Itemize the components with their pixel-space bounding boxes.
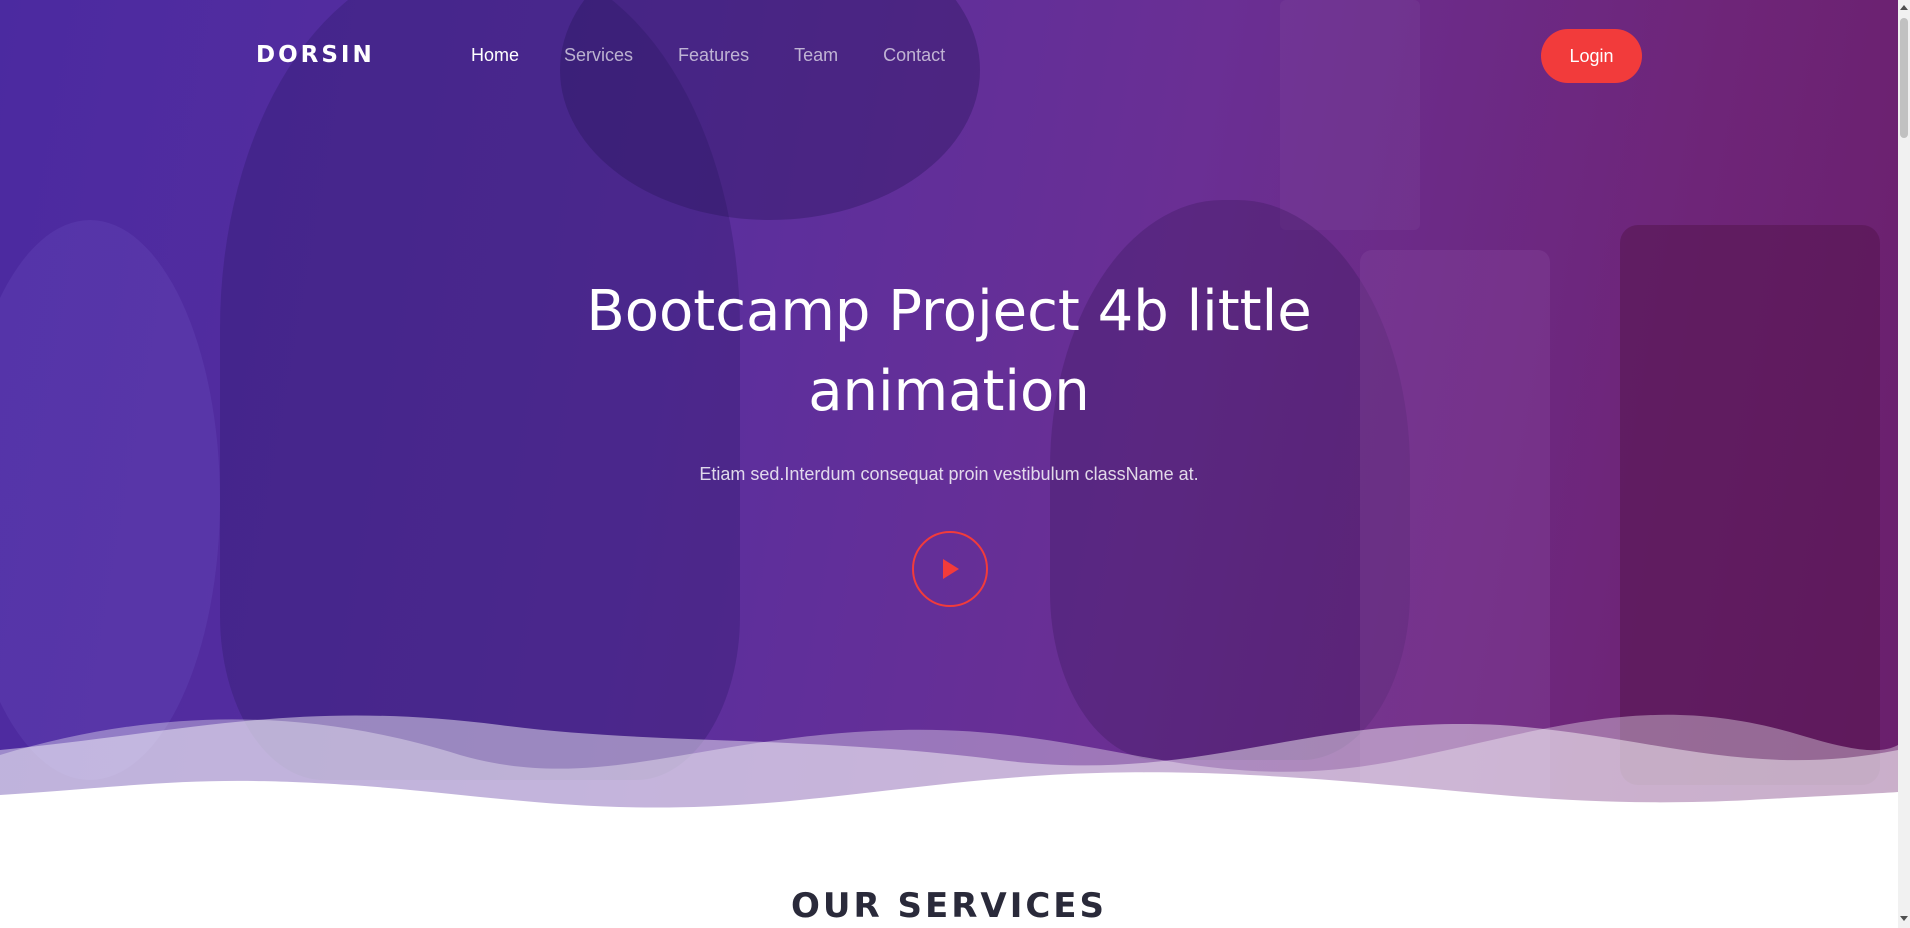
nav-menu: Home Services Features Team Contact [471,45,990,66]
page-viewport: DORSIN Home Services Features Team Conta… [0,0,1898,928]
hero-section: DORSIN Home Services Features Team Conta… [0,0,1898,810]
nav-item-features[interactable]: Features [678,45,749,66]
hero-title-line-1: Bootcamp Project 4b little [586,279,1312,344]
scroll-up-arrow-icon[interactable] [1900,5,1908,10]
services-heading: OUR SERVICES [790,886,1108,926]
login-button[interactable]: Login [1541,29,1642,83]
nav-item-home[interactable]: Home [471,45,519,66]
nav-item-team[interactable]: Team [794,45,838,66]
play-icon [943,559,959,579]
nav-item-services[interactable]: Services [564,45,633,66]
hero-wave-divider [0,714,1898,810]
top-navbar: DORSIN Home Services Features Team Conta… [0,0,1898,110]
hero-title: Bootcamp Project 4b little animation [449,272,1449,432]
nav-item-contact[interactable]: Contact [883,45,945,66]
scroll-down-arrow-icon[interactable] [1900,916,1908,921]
play-video-button[interactable] [912,531,988,607]
brand-logo[interactable]: DORSIN [256,42,375,68]
page-scrollbar[interactable] [1898,0,1910,928]
hero-title-line-2: animation [808,359,1090,424]
scrollbar-thumb[interactable] [1900,18,1908,138]
hero-subtitle: Etiam sed.Interdum consequat proin vesti… [699,464,1199,484]
